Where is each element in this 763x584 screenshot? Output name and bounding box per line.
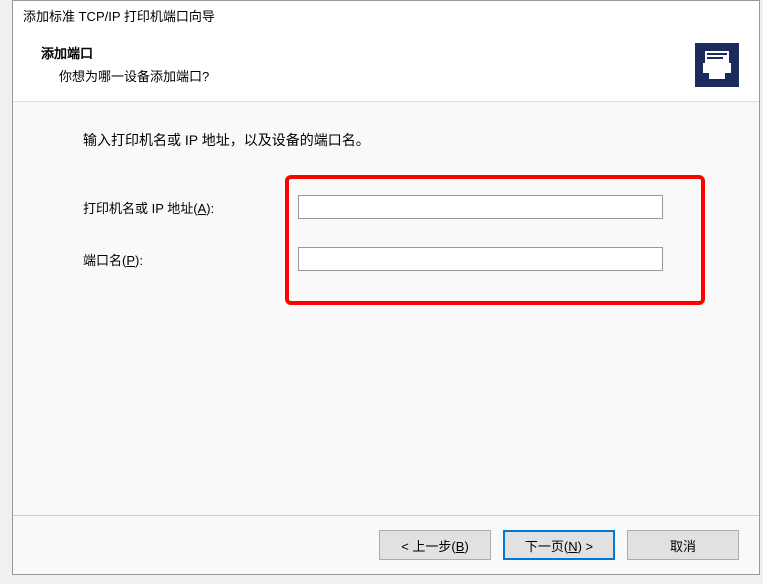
header-subtitle: 你想为哪一设备添加端口? <box>59 66 695 85</box>
address-input[interactable] <box>298 195 663 219</box>
next-button[interactable]: 下一页(N) > <box>503 530 615 560</box>
address-row: 打印机名或 IP 地址(A): <box>73 195 699 219</box>
header-title: 添加端口 <box>41 43 695 62</box>
instruction-text: 输入打印机名或 IP 地址，以及设备的端口名。 <box>83 130 699 150</box>
wizard-header: 添加端口 你想为哪一设备添加端口? <box>13 29 759 102</box>
printer-icon <box>695 43 739 87</box>
port-label: 端口名(P): <box>73 250 298 269</box>
header-text-block: 添加端口 你想为哪一设备添加端口? <box>41 43 695 85</box>
address-label: 打印机名或 IP 地址(A): <box>73 198 298 217</box>
wizard-content: 输入打印机名或 IP 地址，以及设备的端口名。 打印机名或 IP 地址(A): … <box>13 102 759 515</box>
cancel-button[interactable]: 取消 <box>627 530 739 560</box>
wizard-window: 添加标准 TCP/IP 打印机端口向导 添加端口 你想为哪一设备添加端口? 输入… <box>12 0 760 575</box>
port-row: 端口名(P): <box>73 247 699 271</box>
window-title: 添加标准 TCP/IP 打印机端口向导 <box>23 9 215 24</box>
wizard-footer: < 上一步(B) 下一页(N) > 取消 <box>13 515 759 574</box>
window-titlebar: 添加标准 TCP/IP 打印机端口向导 <box>13 1 759 29</box>
back-button[interactable]: < 上一步(B) <box>379 530 491 560</box>
port-input[interactable] <box>298 247 663 271</box>
form-area: 打印机名或 IP 地址(A): 端口名(P): <box>73 195 699 271</box>
